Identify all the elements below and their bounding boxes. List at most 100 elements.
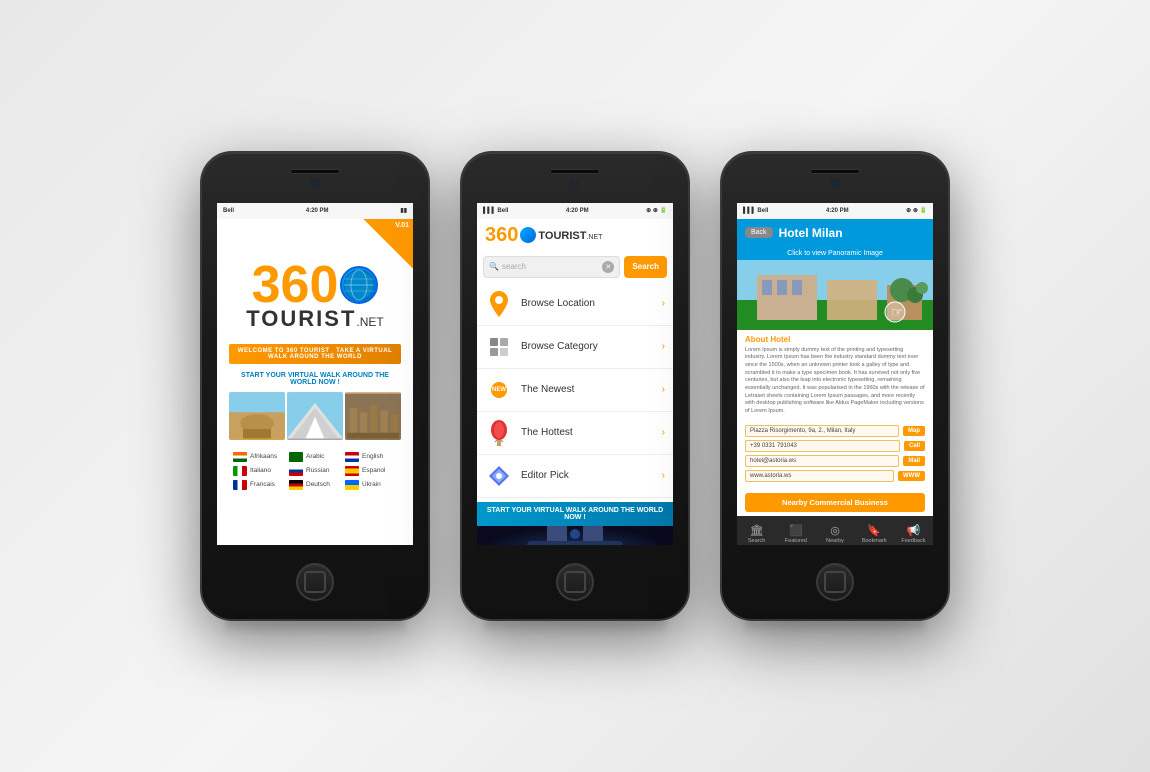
splash-screen: V.01 360	[217, 219, 413, 500]
lang-label: Arabic	[306, 453, 324, 460]
front-camera-3	[831, 179, 839, 187]
home-button-inner-2	[564, 571, 586, 593]
menu-item-hottest[interactable]: The Hottest ›	[477, 412, 673, 455]
tourist-label: TOURIST	[246, 306, 356, 332]
home-button-3[interactable]	[816, 563, 854, 601]
call-button[interactable]: Call	[904, 441, 925, 451]
lang-espanol: Espanol	[345, 466, 397, 476]
feedback-nav-label-3: Feedback	[901, 538, 925, 544]
hottest-label: The Hottest	[521, 427, 654, 438]
contact-address: Piazza Risorgimento, 9a, 2., Milan, Ital…	[745, 425, 899, 437]
status-icons-3: ⊕ ⊛ 🔋	[906, 207, 927, 214]
home-button-1[interactable]	[296, 563, 334, 601]
map-button[interactable]: Map	[903, 426, 925, 436]
menu-item-browse-category[interactable]: Browse Category ›	[477, 326, 673, 369]
time-3: 4:20 PM	[826, 208, 849, 214]
detail-header: Back Hotel Milan	[737, 219, 933, 247]
time-1: 4:20 PM	[306, 208, 329, 214]
featured-nav-icon-3: ⬛	[789, 524, 803, 537]
contact-email: hotel@astoria.ws	[745, 455, 899, 467]
contact-website: www.astoria.ws	[745, 470, 894, 482]
nearby-button[interactable]: Nearby Commercial Business	[745, 493, 925, 512]
map-pin-icon	[485, 290, 513, 318]
phone-3-bottom	[722, 545, 948, 619]
net-label: .NET	[356, 315, 383, 329]
time-2: 4:20 PM	[566, 208, 589, 214]
logo-globe-small	[520, 227, 536, 243]
menu-banner: START YOUR VIRTUAL WALK AROUND THE WORLD…	[477, 502, 673, 526]
status-icons-1: ▮▮	[400, 207, 407, 214]
phone-3: ▌▌▌ Bell 4:20 PM ⊕ ⊛ 🔋 Back Hotel Milan …	[720, 151, 950, 621]
bookmark-nav-icon-3: 🔖	[867, 524, 881, 537]
feedback-nav-icon-3: 📢	[907, 524, 921, 537]
editor-icon	[485, 462, 513, 490]
about-text: Lorem Ipsum is simply dummy text of the …	[745, 347, 925, 416]
arrow-icon-1: ›	[662, 298, 665, 309]
category-icon	[485, 333, 513, 361]
home-button-inner-3	[824, 571, 846, 593]
search-input-container[interactable]: 🔍 search ✕	[483, 256, 620, 278]
lang-arabic: Arabic	[289, 452, 341, 462]
clear-button[interactable]: ✕	[602, 261, 614, 273]
nav-nearby-3[interactable]: ◎ Nearby	[815, 524, 854, 544]
net-small: .NET	[586, 234, 602, 241]
front-camera-2	[571, 179, 579, 187]
lang-francais: Francais	[233, 480, 285, 490]
lang-label: Ukrain	[362, 481, 381, 488]
app-logo-small: 360	[485, 225, 536, 245]
nearby-nav-label-3: Nearby	[826, 538, 844, 544]
contact-address-row: Piazza Risorgimento, 9a, 2., Milan, Ital…	[745, 425, 925, 437]
app-logo: 360 TOURIST .NET	[246, 259, 384, 332]
search-button[interactable]: Search	[624, 256, 667, 278]
phone-1: Bell 4:20 PM ▮▮ V.01 360	[200, 151, 430, 621]
phone-2-top	[462, 153, 688, 203]
phone-2-bottom	[462, 545, 688, 619]
search-nav-icon-3: 🏛	[750, 524, 764, 537]
menu-item-editor[interactable]: Editor Pick ›	[477, 455, 673, 498]
contact-email-row: hotel@astoria.ws Mail	[745, 455, 925, 467]
lang-label: Russian	[306, 467, 329, 474]
panorama-banner[interactable]: Click to view Panoramic Image	[737, 247, 933, 260]
back-button[interactable]: Back	[745, 227, 773, 238]
hotel-image: ☞	[737, 260, 933, 330]
menu-list: Browse Location › Browse Category ›	[477, 283, 673, 498]
nav-featured-3[interactable]: ⬛ Featured	[776, 524, 815, 544]
lang-label: English	[362, 453, 383, 460]
status-bar-3: ▌▌▌ Bell 4:20 PM ⊕ ⊛ 🔋	[737, 203, 933, 219]
nav-search-3[interactable]: 🏛 Search	[737, 524, 776, 544]
featured-nav-label-3: Featured	[785, 538, 807, 544]
promo-image	[477, 526, 673, 545]
newest-label: The Newest	[521, 384, 654, 395]
nav-bookmark-3[interactable]: 🔖 Bookmark	[855, 524, 894, 544]
lang-ukrain: Ukrain	[345, 480, 397, 490]
contact-phone-row: +39 0331 791043 Call	[745, 440, 925, 452]
menu-item-browse-location[interactable]: Browse Location ›	[477, 283, 673, 326]
landmark-mountain	[287, 392, 343, 440]
battery-icon: ▮▮	[400, 207, 407, 214]
carrier-2: ▌▌▌ Bell	[483, 208, 508, 214]
search-bar: 🔍 search ✕ Search	[477, 251, 673, 283]
front-camera	[311, 179, 319, 187]
phone-1-top	[202, 153, 428, 203]
www-button[interactable]: WWW	[898, 471, 925, 481]
arrow-icon-3: ›	[662, 384, 665, 395]
contact-phone: +39 0331 791043	[745, 440, 900, 452]
lang-label: Espanol	[362, 467, 386, 474]
phone-1-bottom	[202, 545, 428, 619]
home-button-2[interactable]	[556, 563, 594, 601]
speaker-3	[810, 169, 860, 174]
status-bar-2: ▌▌▌ Bell 4:20 PM ⊕ ⊛ 🔋	[477, 203, 673, 219]
nearby-nav-icon-3: ◎	[830, 524, 840, 537]
browse-location-label: Browse Location	[521, 298, 654, 309]
mail-button[interactable]: Mail	[903, 456, 925, 466]
arrow-icon-2: ›	[662, 341, 665, 352]
carrier-3: ▌▌▌ Bell	[743, 208, 768, 214]
app-header-2: 360 TOURIST.NET	[477, 219, 673, 251]
browse-category-label: Browse Category	[521, 341, 654, 352]
menu-item-newest[interactable]: NEW The Newest ›	[477, 369, 673, 412]
nav-feedback-3[interactable]: 📢 Feedback	[894, 524, 933, 544]
arrow-icon-4: ›	[662, 427, 665, 438]
search-icon: 🔍	[489, 262, 499, 271]
lang-label: Deutsch	[306, 481, 330, 488]
phone-2: ▌▌▌ Bell 4:20 PM ⊕ ⊛ 🔋 360 TOURIST.NET 🔍…	[460, 151, 690, 621]
